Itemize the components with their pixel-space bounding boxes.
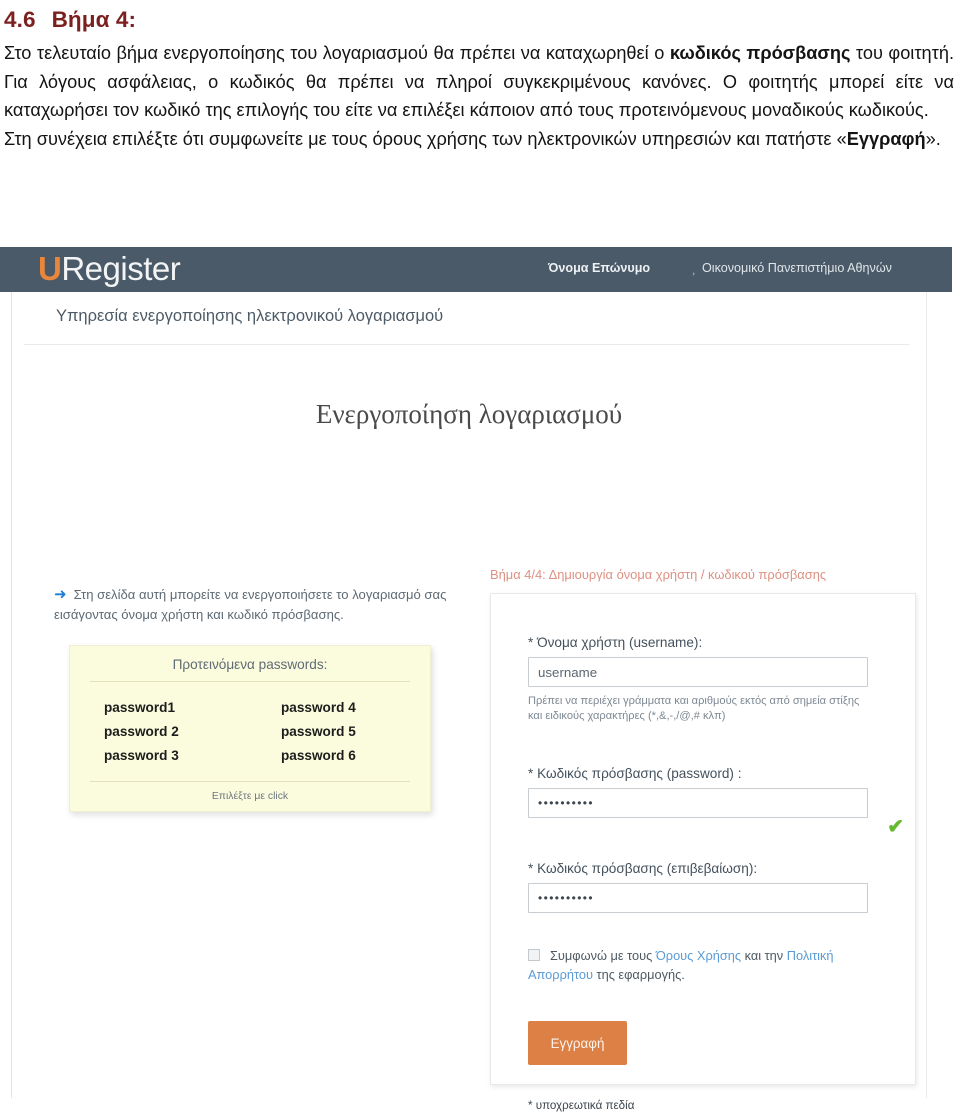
- app-content-area: Υπηρεσία ενεργοποίησης ηλεκτρονικού λογα…: [11, 292, 927, 1112]
- activation-info-text: ➜ Στη σελίδα αυτή μπορείτε να ενεργοποιήσ…: [54, 585, 464, 626]
- form-step-label: Βήμα 4/4: Δημιουργία όνομα χρήστη / κωδι…: [490, 567, 827, 582]
- check-mark-icon: ✔: [887, 816, 904, 838]
- paragraph-2: Στη συνέχεια επιλέξτε ότι συμφωνείτε με …: [4, 125, 954, 153]
- username-label: * Όνομα χρήστη (username):: [528, 635, 703, 650]
- document-body: Στο τελευταίο βήμα ενεργοποίησης του λογ…: [4, 39, 954, 153]
- password-label: * Κωδικός πρόσβασης (password) :: [528, 766, 742, 781]
- app-topbar: URegister Όνομα Επώνυμο , Οικονομικό Παν…: [0, 247, 952, 292]
- embedded-screenshot: URegister Όνομα Επώνυμο , Οικονομικό Παν…: [0, 247, 960, 1112]
- suggested-password-option[interactable]: password1: [104, 696, 253, 720]
- uregister-logo[interactable]: URegister: [38, 250, 181, 288]
- topbar-separator: ,: [692, 263, 696, 277]
- header-divider: [24, 344, 909, 345]
- suggested-passwords-column-right: password 4 password 5 password 6: [253, 696, 430, 767]
- terms-text-after: της εφαρμογής.: [592, 967, 685, 983]
- section-number: 4.6: [4, 7, 36, 32]
- password-confirm-label: * Κωδικός πρόσβασης (επιβεβαίωση):: [528, 861, 758, 876]
- activation-info-label: Στη σελίδα αυτή μπορείτε να ενεργοποιήσε…: [54, 587, 447, 623]
- page-title: Ενεργοποίηση λογαριασμού: [315, 399, 623, 429]
- topbar-organization: Οικονομικό Πανεπιστήμιο Αθηνών: [702, 261, 892, 275]
- password-input[interactable]: [528, 788, 868, 818]
- logo-u-letter: U: [38, 250, 62, 287]
- suggested-password-option[interactable]: password 6: [281, 744, 430, 768]
- suggested-password-option[interactable]: password 4: [281, 696, 430, 720]
- suggested-password-option[interactable]: password 3: [104, 744, 253, 768]
- terms-text-middle: και την: [741, 948, 787, 963]
- paragraph-2-part-c: ».: [925, 128, 941, 149]
- password-field-group: * Κωδικός πρόσβασης (password) : ✔: [528, 766, 904, 837]
- section-title: Βήμα 4:: [51, 7, 137, 32]
- terms-text-before: Συμφωνώ με τους: [550, 948, 656, 963]
- paragraph-1: Στο τελευταίο βήμα ενεργοποίησης του λογ…: [4, 39, 954, 124]
- required-fields-note: * υποχρεωτικά πεδία: [528, 1099, 635, 1112]
- document-text-block: 4.6 Βήμα 4: Στο τελευταίο βήμα ενεργοποίη…: [0, 0, 960, 153]
- paragraph-1-part-a: Στο τελευταίο βήμα ενεργοποίησης του λογ…: [4, 43, 670, 64]
- suggested-password-option[interactable]: password 2: [104, 720, 253, 744]
- username-hint: Πρέπει να περιέχει γράμματα και αριθμούς…: [528, 695, 860, 723]
- suggested-passwords-columns: password1 password 2 password 3 password…: [70, 682, 430, 767]
- register-submit-button[interactable]: Εγγραφή: [528, 1021, 627, 1065]
- suggested-passwords-divider-bottom: [90, 781, 410, 782]
- suggested-passwords-footer: Επιλέξτε με click: [211, 791, 289, 802]
- terms-agreement-row: Συμφωνώ με τους Όρους Χρήσης και την Πολ…: [528, 946, 846, 985]
- username-input[interactable]: [528, 657, 868, 687]
- topbar-user-name: Όνομα Επώνυμο: [548, 261, 651, 275]
- suggested-password-option[interactable]: password 5: [281, 720, 430, 744]
- username-field-group: * Όνομα χρήστη (username): Πρέπει να περ…: [528, 635, 868, 725]
- terms-of-use-link[interactable]: Όρους Χρήσης: [656, 948, 741, 963]
- suggested-passwords-column-left: password1 password 2 password 3: [70, 696, 253, 767]
- section-heading: 4.6 Βήμα 4:: [4, 6, 954, 34]
- registration-form-card: * Όνομα χρήστη (username): Πρέπει να περ…: [490, 593, 916, 1112]
- logo-register-text: Register: [61, 250, 181, 287]
- paragraph-1-bold: κωδικός πρόσβασης: [669, 43, 851, 64]
- suggested-passwords-title: Προτεινόμενα passwords:: [172, 657, 328, 672]
- paragraph-2-bold: Εγγραφή: [846, 128, 926, 149]
- paragraph-2-part-a: Στη συνέχεια επιλέξτε ότι συμφωνείτε με …: [4, 128, 847, 149]
- terms-checkbox[interactable]: [528, 949, 540, 961]
- service-title: Υπηρεσία ενεργοποίησης ηλεκτρονικού λογα…: [56, 307, 444, 325]
- suggested-passwords-panel: Προτεινόμενα passwords: password1 passwo…: [69, 645, 431, 812]
- password-confirm-field-group: * Κωδικός πρόσβασης (επιβεβαίωση):: [528, 861, 868, 913]
- password-confirm-input[interactable]: [528, 883, 868, 913]
- arrow-right-icon: ➜: [54, 586, 67, 603]
